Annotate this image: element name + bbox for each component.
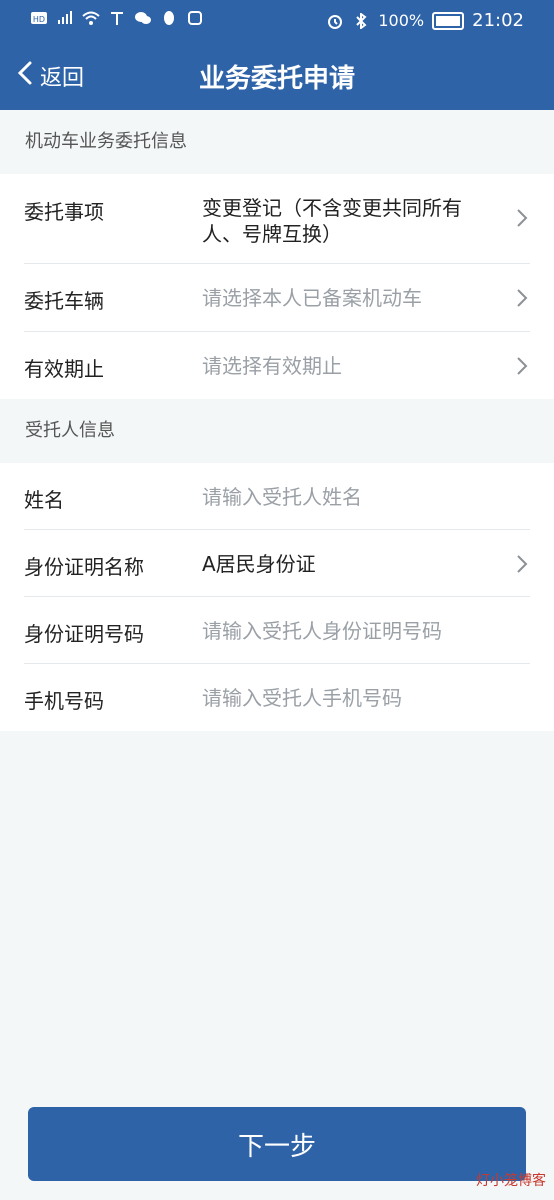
next-step-button[interactable]: 下一步 (28, 1107, 526, 1181)
chevron-right-icon (514, 287, 530, 309)
section-heading-vehicle: 机动车业务委托信息 (0, 110, 554, 174)
status-left: HD (30, 10, 204, 26)
row-label: 身份证明号码 (24, 622, 144, 646)
trustee-info-group: 姓名 请输入受托人姓名 身份证明名称 A居民身份证 身份证明号码 请输入受托人身… (0, 463, 554, 731)
row-id-type[interactable]: 身份证明名称 A居民身份证 (24, 530, 530, 597)
phone-input[interactable]: 请输入受托人手机号码 (202, 685, 490, 711)
watermark: 灯小笼博客 (476, 1173, 546, 1189)
section-heading-trustee: 受托人信息 (0, 399, 554, 463)
hand-icon (186, 10, 204, 26)
expiry-select-placeholder: 请选择有效期止 (202, 354, 342, 378)
row-delegation-vehicle[interactable]: 委托车辆 请选择本人已备案机动车 (24, 264, 530, 332)
wifi-icon (82, 10, 100, 26)
row-name[interactable]: 姓名 请输入受托人姓名 (24, 463, 530, 530)
chevron-right-icon (514, 355, 530, 377)
row-label: 委托事项 (24, 200, 104, 224)
row-label: 身份证明名称 (24, 555, 144, 579)
hd-icon: HD (30, 10, 48, 26)
chevron-right-icon (514, 553, 530, 575)
row-label: 有效期止 (24, 357, 104, 381)
status-right: 100% 21:02 (326, 10, 524, 31)
row-phone[interactable]: 手机号码 请输入受托人手机号码 (24, 664, 530, 731)
row-value: 变更登记（不含变更共同所有人、号牌互换） (202, 196, 462, 246)
row-expiry-date[interactable]: 有效期止 请选择有效期止 (24, 332, 530, 399)
clock-time: 21:02 (472, 10, 524, 31)
vehicle-select-placeholder: 请选择本人已备案机动车 (202, 286, 422, 310)
penguin-icon (160, 10, 178, 26)
svg-text:HD: HD (33, 15, 45, 24)
vehicle-info-group: 委托事项 变更登记（不含变更共同所有人、号牌互换） 委托车辆 请选择本人已备案机… (0, 174, 554, 399)
row-label: 手机号码 (24, 689, 104, 713)
bluetooth-icon (352, 11, 370, 30)
row-id-number[interactable]: 身份证明号码 请输入受托人身份证明号码 (24, 597, 530, 664)
id-number-input[interactable]: 请输入受托人身份证明号码 (202, 618, 490, 644)
nav-bar: 返回 业务委托申请 (0, 42, 554, 110)
page-title: 业务委托申请 (198, 64, 355, 94)
chevron-right-icon (514, 207, 530, 229)
battery-icon (432, 11, 465, 30)
wechat-icon (134, 10, 152, 26)
antenna-icon (108, 10, 126, 26)
row-label: 姓名 (24, 488, 64, 512)
top-bar: HD 100% 21:02 返回 业务委托申请 (0, 0, 554, 110)
alarm-icon (326, 13, 344, 29)
battery-percent: 100% (378, 11, 425, 30)
name-input[interactable]: 请输入受托人姓名 (202, 484, 490, 510)
4g-signal-icon (56, 10, 74, 26)
row-label: 委托车辆 (24, 289, 104, 313)
row-delegation-item[interactable]: 委托事项 变更登记（不含变更共同所有人、号牌互换） (24, 174, 530, 264)
status-bar: HD 100% 21:02 (0, 0, 554, 42)
id-type-value: A居民身份证 (202, 552, 316, 576)
